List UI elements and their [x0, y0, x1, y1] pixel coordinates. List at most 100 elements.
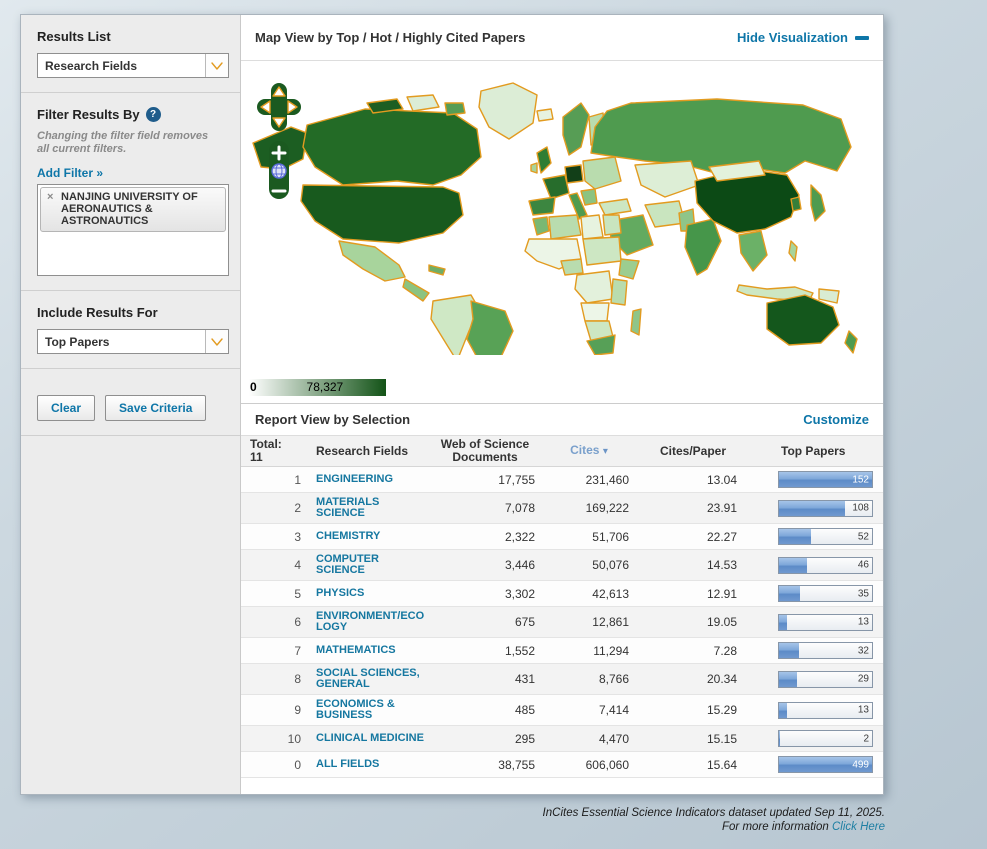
top-papers-value: 13	[858, 617, 869, 628]
research-field-link[interactable]: ENGINEERING	[316, 474, 429, 485]
customize-link[interactable]: Customize	[803, 412, 869, 427]
filter-tag[interactable]: × NANJING UNIVERSITY OF AERONAUTICS & AS…	[40, 187, 226, 232]
top-papers-bar: 35	[778, 585, 873, 602]
table-row: 4COMPUTER SCIENCE3,44650,07614.5346	[241, 550, 883, 581]
app-panel: Results List Research Fields Filter Resu…	[20, 14, 884, 795]
column-header-documents[interactable]: Web of Science Documents	[429, 436, 541, 466]
top-papers-cell: 108	[749, 500, 883, 517]
research-field-link[interactable]: ALL FIELDS	[316, 759, 429, 770]
top-papers-cell: 29	[749, 671, 883, 688]
sort-desc-icon: ▾	[603, 446, 608, 457]
research-field-link[interactable]: CLINICAL MEDICINE	[316, 733, 429, 744]
cites-value: 8,766	[541, 672, 637, 686]
top-papers-value: 13	[858, 705, 869, 716]
documents-value: 3,446	[429, 558, 541, 572]
map-controls	[257, 83, 301, 205]
research-field-link[interactable]: MATHEMATICS	[316, 645, 429, 656]
results-list-dropdown[interactable]: Research Fields	[37, 53, 229, 78]
documents-value: 431	[429, 672, 541, 686]
include-results-dropdown[interactable]: Top Papers	[37, 329, 229, 354]
cites-per-paper-value: 15.15	[637, 732, 749, 746]
results-list-section: Results List Research Fields	[21, 15, 240, 93]
map-view-header: Map View by Top / Hot / Highly Cited Pap…	[241, 15, 883, 61]
row-rank: 8	[241, 672, 305, 686]
top-papers-bar-fill	[779, 586, 800, 601]
column-header-cites-per-paper[interactable]: Cites/Paper	[637, 443, 749, 460]
report-table-body: 1ENGINEERING17,755231,46013.041522MATERI…	[241, 467, 883, 794]
column-header-top-papers[interactable]: Top Papers	[749, 443, 883, 460]
top-papers-bar: 499	[778, 756, 873, 773]
field-cell: MATHEMATICS	[305, 645, 429, 656]
top-papers-cell: 32	[749, 642, 883, 659]
top-papers-cell: 35	[749, 585, 883, 602]
top-papers-bar-fill	[779, 501, 845, 516]
footer-click-here-link[interactable]: Click Here	[832, 821, 885, 833]
cites-per-paper-value: 7.28	[637, 644, 749, 658]
save-criteria-button[interactable]: Save Criteria	[105, 395, 206, 421]
field-cell: CLINICAL MEDICINE	[305, 733, 429, 744]
report-view-header: Report View by Selection Customize	[241, 403, 883, 436]
globe-icon[interactable]	[272, 164, 286, 178]
sidebar: Results List Research Fields Filter Resu…	[21, 15, 241, 794]
row-rank: 7	[241, 644, 305, 658]
table-row: 8SOCIAL SCIENCES, GENERAL4318,76620.3429	[241, 664, 883, 695]
top-papers-bar-fill	[779, 558, 807, 573]
table-row: 0ALL FIELDS38,755606,06015.64499	[241, 752, 883, 778]
footer-info-text: For more information	[722, 821, 832, 833]
documents-value: 485	[429, 703, 541, 717]
cites-per-paper-value: 14.53	[637, 558, 749, 572]
cites-value: 50,076	[541, 558, 637, 572]
column-header-research-fields[interactable]: Research Fields	[305, 443, 429, 460]
research-field-link[interactable]: MATERIALS SCIENCE	[316, 497, 429, 519]
cites-value: 4,470	[541, 732, 637, 746]
top-papers-bar-fill	[779, 703, 787, 718]
filter-title: Filter Results By	[37, 107, 140, 122]
clear-button[interactable]: Clear	[37, 395, 95, 421]
legend-max-value: 78,327	[307, 380, 344, 394]
documents-value: 17,755	[429, 473, 541, 487]
table-row: 1ENGINEERING17,755231,46013.04152	[241, 467, 883, 493]
top-papers-bar-fill	[779, 731, 780, 746]
table-row: 10CLINICAL MEDICINE2954,47015.152	[241, 726, 883, 752]
cites-per-paper-value: 15.29	[637, 703, 749, 717]
top-papers-bar: 108	[778, 500, 873, 517]
research-field-link[interactable]: ECONOMICS & BUSINESS	[316, 699, 429, 721]
research-field-link[interactable]: CHEMISTRY	[316, 531, 429, 542]
include-results-label: Include Results For	[37, 305, 226, 320]
filter-note: Changing the filter field removes all cu…	[37, 130, 217, 156]
table-row: 9ECONOMICS & BUSINESS4857,41415.2913	[241, 695, 883, 726]
documents-value: 38,755	[429, 758, 541, 772]
cites-value: 11,294	[541, 644, 637, 658]
help-icon[interactable]: ?	[146, 107, 161, 122]
field-cell: CHEMISTRY	[305, 531, 429, 542]
research-field-link[interactable]: SOCIAL SCIENCES, GENERAL	[316, 668, 429, 690]
hide-visualization-link[interactable]: Hide Visualization	[737, 30, 869, 45]
row-rank: 10	[241, 732, 305, 746]
row-rank: 0	[241, 758, 305, 772]
top-papers-value: 29	[858, 674, 869, 685]
documents-value: 295	[429, 732, 541, 746]
top-papers-value: 35	[858, 588, 869, 599]
hide-visualization-label: Hide Visualization	[737, 30, 848, 45]
add-filter-link[interactable]: Add Filter »	[37, 166, 103, 180]
field-cell: MATERIALS SCIENCE	[305, 497, 429, 519]
field-cell: ENVIRONMENT/ECOLOGY	[305, 611, 429, 633]
report-view-title: Report View by Selection	[255, 412, 410, 427]
research-field-link[interactable]: PHYSICS	[316, 588, 429, 599]
top-papers-bar-fill	[779, 643, 799, 658]
column-header-cites[interactable]: Cites ▾	[541, 442, 637, 460]
research-field-link[interactable]: ENVIRONMENT/ECOLOGY	[316, 611, 429, 633]
cites-per-paper-value: 12.91	[637, 587, 749, 601]
row-rank: 6	[241, 615, 305, 629]
table-row: 5PHYSICS3,30242,61312.9135	[241, 581, 883, 607]
top-papers-cell: 46	[749, 557, 883, 574]
top-papers-cell: 499	[749, 756, 883, 773]
row-rank: 1	[241, 473, 305, 487]
research-field-link[interactable]: COMPUTER SCIENCE	[316, 554, 429, 576]
cites-per-paper-value: 13.04	[637, 473, 749, 487]
documents-value: 3,302	[429, 587, 541, 601]
top-papers-bar: 152	[778, 471, 873, 488]
world-map[interactable]	[247, 63, 879, 355]
remove-filter-icon[interactable]: ×	[47, 191, 53, 203]
cites-per-paper-value: 23.91	[637, 501, 749, 515]
